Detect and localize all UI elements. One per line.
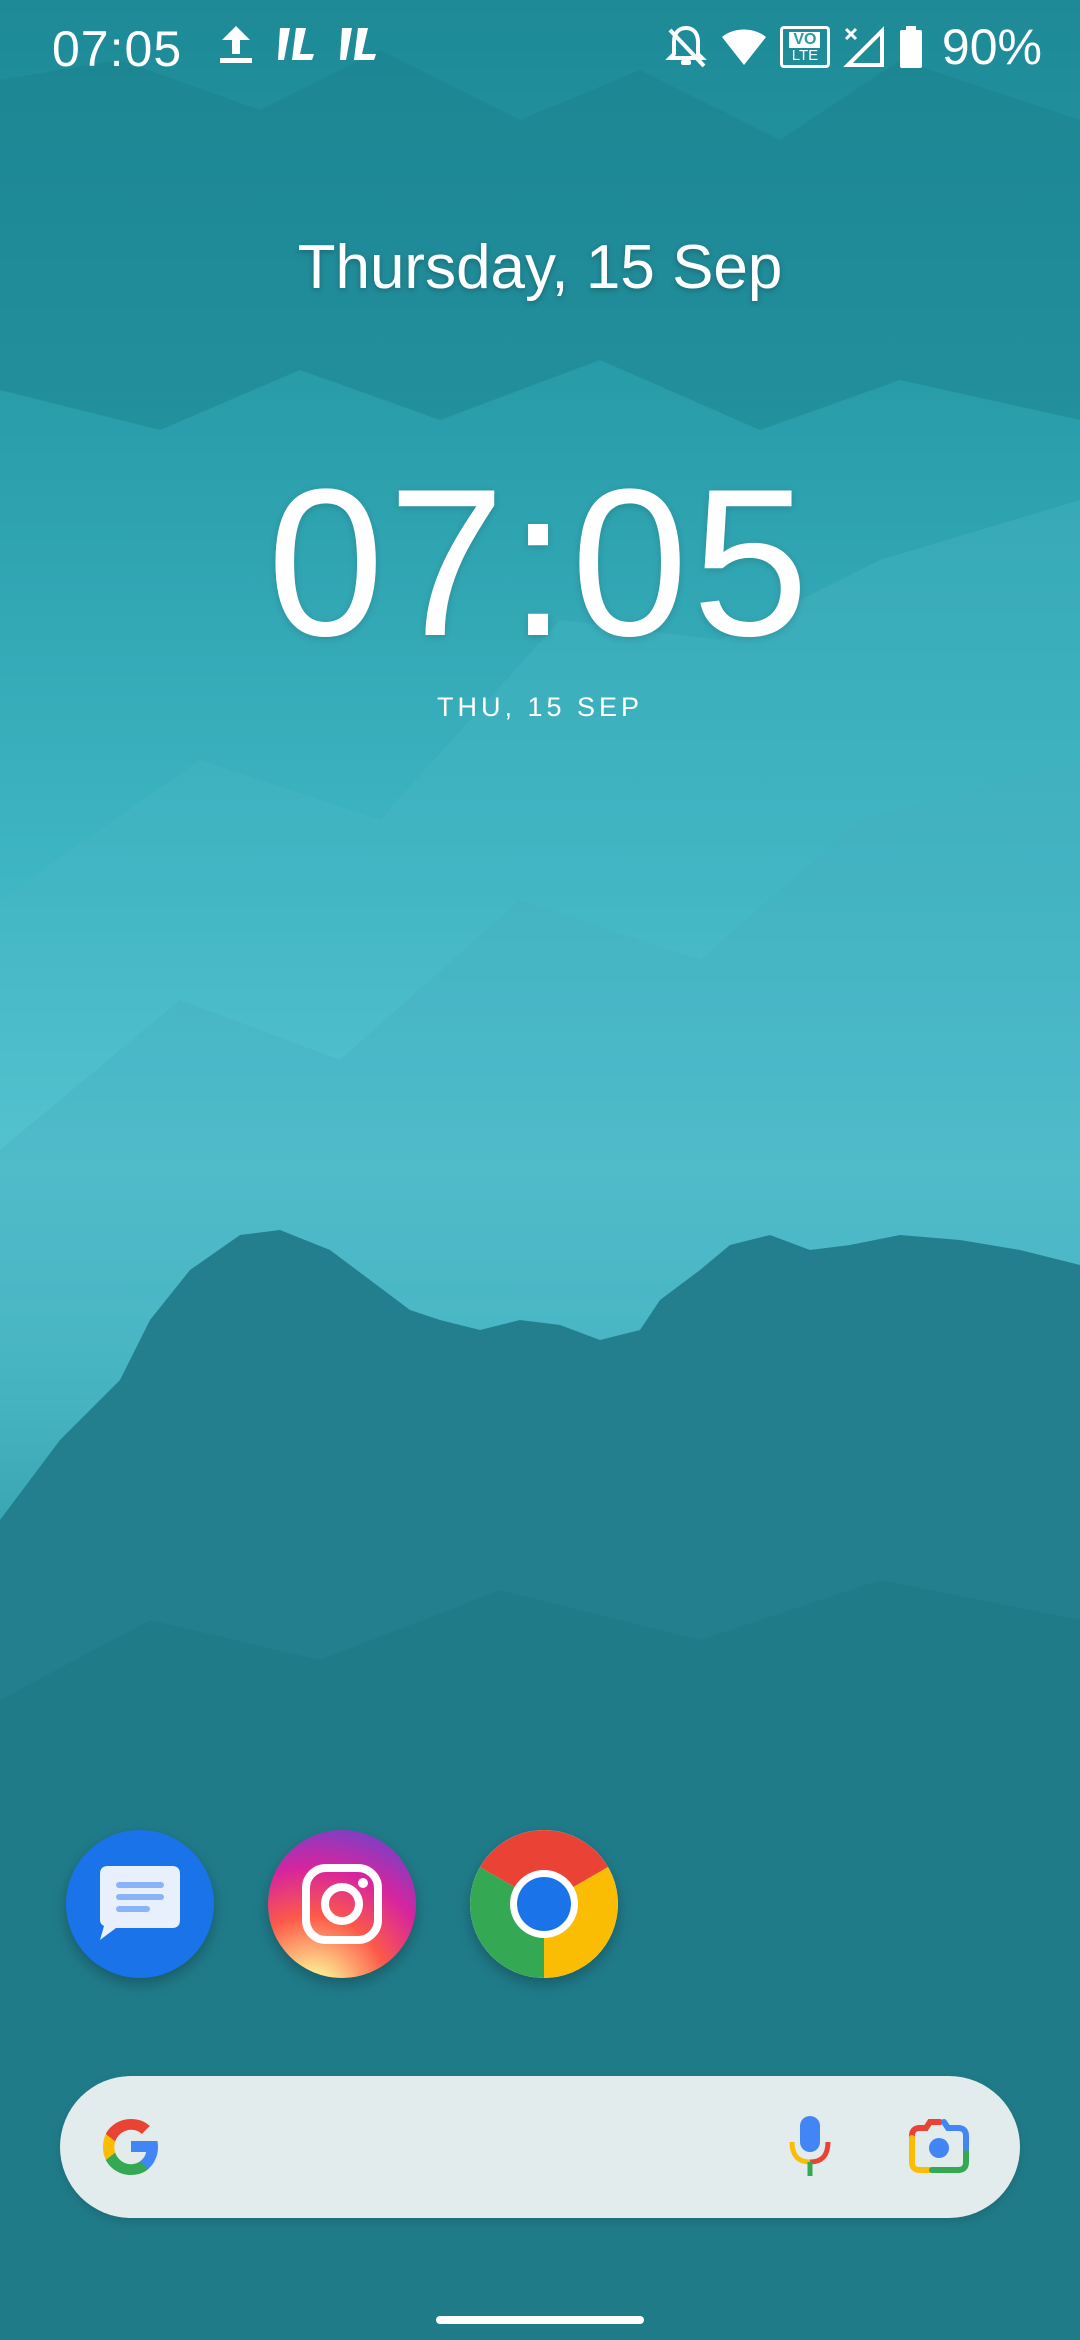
chrome-app-icon[interactable] xyxy=(470,1830,618,1978)
status-left-icons xyxy=(216,22,380,66)
wifi-icon xyxy=(721,29,766,65)
upload-icon xyxy=(220,26,252,63)
battery-icon xyxy=(899,26,922,68)
volte-icon: VO LTE xyxy=(779,26,830,68)
notifications-off-icon xyxy=(665,25,707,68)
messages-icon xyxy=(100,1866,180,1940)
clock-widget-date[interactable]: THU, 15 SEP xyxy=(0,692,1080,723)
home-app-row xyxy=(66,1830,618,1978)
instagram-icon xyxy=(302,1864,382,1944)
status-time: 07:05 xyxy=(52,21,183,77)
volte-label-top: VO xyxy=(789,31,821,48)
signal-icon xyxy=(843,26,884,67)
gesture-navigation-handle[interactable] xyxy=(436,2316,644,2324)
microphone-icon[interactable] xyxy=(786,2114,834,2180)
at-a-glance-date[interactable]: Thursday, 15 Sep xyxy=(0,232,1080,303)
messages-app-icon[interactable] xyxy=(66,1830,214,1978)
google-search-bar[interactable] xyxy=(60,2076,1020,2218)
battery-percentage: 90% xyxy=(941,19,1042,75)
wallpaper-mountains xyxy=(0,50,1080,2340)
network-speed-icon xyxy=(278,28,314,60)
status-right-icons: VO LTE 90% xyxy=(664,18,1042,76)
home-screen: 07:05 VO LTE 90% Thursday, 15 Sep 07:05 … xyxy=(0,0,1080,2340)
volte-label-bottom: LTE xyxy=(791,46,819,64)
network-speed-icon xyxy=(340,28,376,60)
instagram-app-icon[interactable] xyxy=(268,1830,416,1978)
google-lens-icon[interactable] xyxy=(908,2116,970,2176)
chrome-icon xyxy=(470,1830,618,1978)
clock-widget-time[interactable]: 07:05 xyxy=(0,458,1080,668)
google-g-icon[interactable] xyxy=(96,2112,166,2182)
status-bar: 07:05 VO LTE 90% xyxy=(0,0,1080,96)
